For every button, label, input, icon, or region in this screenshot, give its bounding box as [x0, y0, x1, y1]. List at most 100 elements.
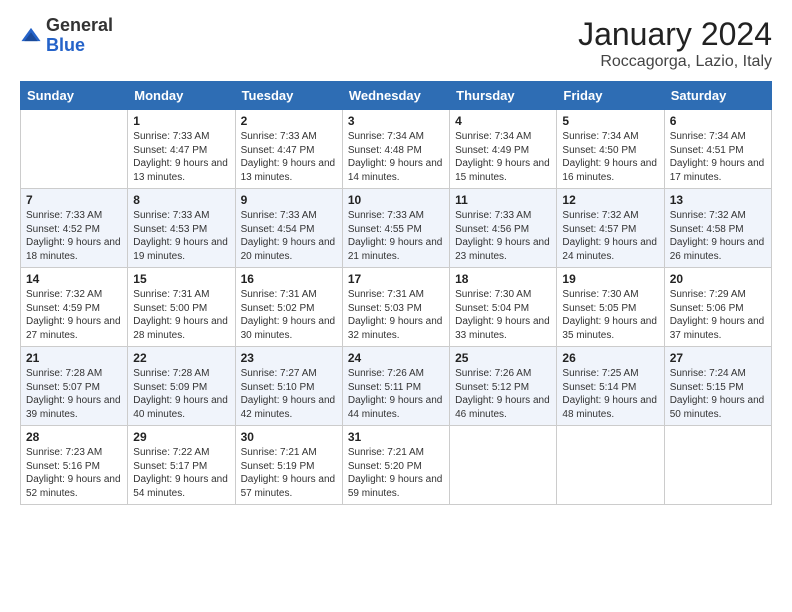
day-number: 26 [562, 351, 658, 365]
day-number: 13 [670, 193, 766, 207]
day-number: 3 [348, 114, 444, 128]
day-number: 4 [455, 114, 551, 128]
calendar-week-row: 28 Sunrise: 7:23 AMSunset: 5:16 PMDayligh… [21, 426, 772, 505]
cell-content: Sunrise: 7:31 AMSunset: 5:00 PMDaylight:… [133, 288, 229, 342]
calendar-cell: 10Sunrise: 7:33 AMSunset: 4:55 PMDayligh… [342, 189, 449, 268]
cell-content: Sunrise: 7:23 AMSunset: 5:16 PMDaylight:… [26, 446, 122, 500]
calendar-cell: 17 Sunrise: 7:31 AMSunset: 5:03 PMDayligh… [342, 268, 449, 347]
cell-content: Sunrise: 7:29 AMSunset: 5:06 PMDaylight:… [670, 288, 766, 342]
day-number: 29 [133, 430, 229, 444]
calendar-cell: 12 Sunrise: 7:32 AMSunset: 4:57 PMDayligh… [557, 189, 664, 268]
day-number: 31 [348, 430, 444, 444]
calendar-cell: 25 Sunrise: 7:26 AMSunset: 5:12 PMDayligh… [450, 347, 557, 426]
calendar-cell: 16 Sunrise: 7:31 AMSunset: 5:02 PMDayligh… [235, 268, 342, 347]
calendar-cell: 6 Sunrise: 7:34 AMSunset: 4:51 PMDaylight… [664, 110, 771, 189]
cell-content: Sunrise: 7:33 AMSunset: 4:56 PMDaylight:… [455, 209, 551, 263]
calendar-table: SundayMondayTuesdayWednesdayThursdayFrid… [20, 81, 772, 505]
day-number: 6 [670, 114, 766, 128]
calendar-cell: 28 Sunrise: 7:23 AMSunset: 5:16 PMDayligh… [21, 426, 128, 505]
day-number: 11 [455, 193, 551, 207]
cell-content: Sunrise: 7:26 AMSunset: 5:12 PMDaylight:… [455, 367, 551, 421]
cell-content: Sunrise: 7:21 AMSunset: 5:19 PMDaylight:… [241, 446, 337, 500]
calendar-cell [21, 110, 128, 189]
calendar-cell [557, 426, 664, 505]
calendar-week-row: 7 Sunrise: 7:33 AMSunset: 4:52 PMDaylight… [21, 189, 772, 268]
day-number: 28 [26, 430, 122, 444]
calendar-week-row: 21Sunrise: 7:28 AMSunset: 5:07 PMDayligh… [21, 347, 772, 426]
cell-content: Sunrise: 7:30 AMSunset: 5:05 PMDaylight:… [562, 288, 658, 342]
calendar-cell: 8Sunrise: 7:33 AMSunset: 4:53 PMDaylight… [128, 189, 235, 268]
header: General Blue January 2024 Roccagorga, La… [20, 16, 772, 71]
calendar-title: January 2024 [578, 16, 772, 53]
cell-content: Sunrise: 7:22 AMSunset: 5:17 PMDaylight:… [133, 446, 229, 500]
cell-content: Sunrise: 7:21 AMSunset: 5:20 PMDaylight:… [348, 446, 444, 500]
cell-content: Sunrise: 7:31 AMSunset: 5:03 PMDaylight:… [348, 288, 444, 342]
day-number: 25 [455, 351, 551, 365]
cell-content: Sunrise: 7:31 AMSunset: 5:02 PMDaylight:… [241, 288, 337, 342]
day-number: 1 [133, 114, 229, 128]
day-number: 15 [133, 272, 229, 286]
calendar-cell: 31 Sunrise: 7:21 AMSunset: 5:20 PMDayligh… [342, 426, 449, 505]
weekday-header: Monday [128, 82, 235, 110]
day-number: 20 [670, 272, 766, 286]
day-number: 17 [348, 272, 444, 286]
calendar-cell: 2Sunrise: 7:33 AMSunset: 4:47 PMDaylight… [235, 110, 342, 189]
day-number: 5 [562, 114, 658, 128]
day-number: 10 [348, 193, 444, 207]
day-number: 7 [26, 193, 122, 207]
weekday-header: Friday [557, 82, 664, 110]
day-number: 19 [562, 272, 658, 286]
calendar-cell: 14Sunrise: 7:32 AMSunset: 4:59 PMDayligh… [21, 268, 128, 347]
day-number: 24 [348, 351, 444, 365]
calendar-cell: 11 Sunrise: 7:33 AMSunset: 4:56 PMDayligh… [450, 189, 557, 268]
cell-content: Sunrise: 7:32 AMSunset: 4:58 PMDaylight:… [670, 209, 766, 263]
weekday-header: Sunday [21, 82, 128, 110]
calendar-cell: 4Sunrise: 7:34 AMSunset: 4:49 PMDaylight… [450, 110, 557, 189]
day-number: 12 [562, 193, 658, 207]
day-number: 14 [26, 272, 122, 286]
cell-content: Sunrise: 7:30 AMSunset: 5:04 PMDaylight:… [455, 288, 551, 342]
cell-content: Sunrise: 7:28 AMSunset: 5:09 PMDaylight:… [133, 367, 229, 421]
calendar-cell: 30 Sunrise: 7:21 AMSunset: 5:19 PMDayligh… [235, 426, 342, 505]
calendar-week-row: 14Sunrise: 7:32 AMSunset: 4:59 PMDayligh… [21, 268, 772, 347]
calendar-cell: 5Sunrise: 7:34 AMSunset: 4:50 PMDaylight… [557, 110, 664, 189]
calendar-cell: 18 Sunrise: 7:30 AMSunset: 5:04 PMDayligh… [450, 268, 557, 347]
cell-content: Sunrise: 7:24 AMSunset: 5:15 PMDaylight:… [670, 367, 766, 421]
day-number: 27 [670, 351, 766, 365]
calendar-cell [664, 426, 771, 505]
cell-content: Sunrise: 7:33 AMSunset: 4:52 PMDaylight:… [26, 209, 122, 263]
day-number: 16 [241, 272, 337, 286]
cell-content: Sunrise: 7:33 AMSunset: 4:54 PMDaylight:… [241, 209, 337, 263]
weekday-header: Tuesday [235, 82, 342, 110]
calendar-cell: 22 Sunrise: 7:28 AMSunset: 5:09 PMDayligh… [128, 347, 235, 426]
cell-content: Sunrise: 7:33 AMSunset: 4:53 PMDaylight:… [133, 209, 229, 263]
weekday-header: Thursday [450, 82, 557, 110]
weekday-header: Wednesday [342, 82, 449, 110]
day-number: 18 [455, 272, 551, 286]
calendar-cell: 24 Sunrise: 7:26 AMSunset: 5:11 PMDayligh… [342, 347, 449, 426]
calendar-week-row: 1 Sunrise: 7:33 AMSunset: 4:47 PMDaylight… [21, 110, 772, 189]
calendar-cell: 1 Sunrise: 7:33 AMSunset: 4:47 PMDaylight… [128, 110, 235, 189]
cell-content: Sunrise: 7:34 AMSunset: 4:48 PMDaylight:… [348, 130, 444, 184]
calendar-cell: 3 Sunrise: 7:34 AMSunset: 4:48 PMDaylight… [342, 110, 449, 189]
calendar-cell: 26Sunrise: 7:25 AMSunset: 5:14 PMDayligh… [557, 347, 664, 426]
calendar-cell: 19 Sunrise: 7:30 AMSunset: 5:05 PMDayligh… [557, 268, 664, 347]
calendar-cell: 27 Sunrise: 7:24 AMSunset: 5:15 PMDayligh… [664, 347, 771, 426]
calendar-cell [450, 426, 557, 505]
day-number: 23 [241, 351, 337, 365]
logo-icon [20, 25, 42, 47]
page: General Blue January 2024 Roccagorga, La… [0, 0, 792, 612]
day-number: 22 [133, 351, 229, 365]
cell-content: Sunrise: 7:32 AMSunset: 4:57 PMDaylight:… [562, 209, 658, 263]
title-block: January 2024 Roccagorga, Lazio, Italy [578, 16, 772, 71]
weekday-header: Saturday [664, 82, 771, 110]
day-number: 30 [241, 430, 337, 444]
cell-content: Sunrise: 7:26 AMSunset: 5:11 PMDaylight:… [348, 367, 444, 421]
cell-content: Sunrise: 7:33 AMSunset: 4:47 PMDaylight:… [133, 130, 229, 184]
logo-blue-text: Blue [46, 35, 85, 55]
cell-content: Sunrise: 7:33 AMSunset: 4:47 PMDaylight:… [241, 130, 337, 184]
calendar-cell: 29 Sunrise: 7:22 AMSunset: 5:17 PMDayligh… [128, 426, 235, 505]
weekday-header-row: SundayMondayTuesdayWednesdayThursdayFrid… [21, 82, 772, 110]
cell-content: Sunrise: 7:34 AMSunset: 4:51 PMDaylight:… [670, 130, 766, 184]
calendar-cell: 7 Sunrise: 7:33 AMSunset: 4:52 PMDaylight… [21, 189, 128, 268]
